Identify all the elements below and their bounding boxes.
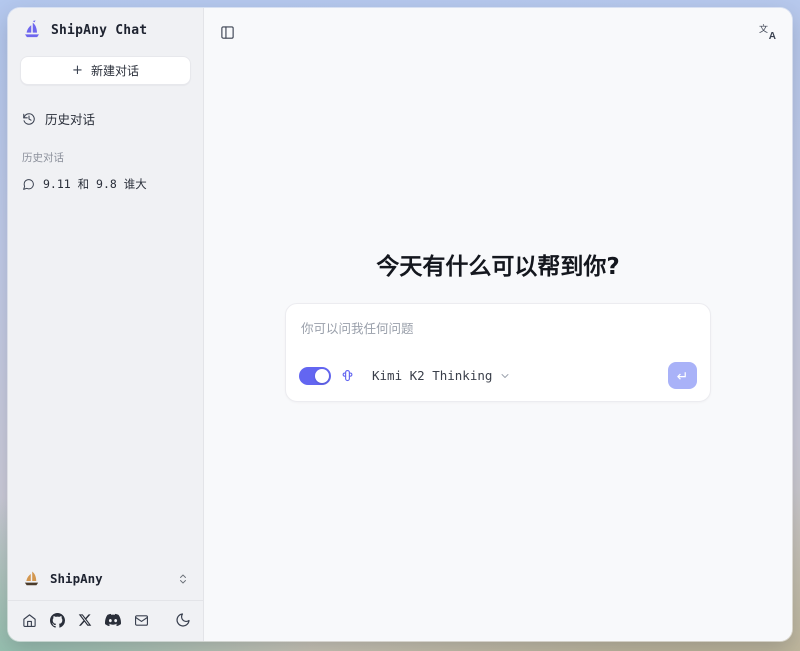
chevron-down-icon <box>499 370 511 382</box>
sidebar-spacer <box>8 199 203 557</box>
github-link[interactable] <box>50 613 65 628</box>
x-twitter-link[interactable] <box>78 613 92 627</box>
theme-toggle-button[interactable] <box>175 612 191 628</box>
translate-icon: 文 A <box>759 23 777 41</box>
send-button[interactable]: ↵ <box>668 362 697 389</box>
workspace-name: ShipAny <box>50 571 103 586</box>
workspace-switcher[interactable]: ShipAny <box>8 557 203 600</box>
moon-icon <box>175 612 191 628</box>
brain-icon <box>340 368 355 383</box>
enter-arrow-icon: ↵ <box>677 369 689 383</box>
home-link[interactable] <box>22 613 37 628</box>
sidebar-item-history[interactable]: 历史对话 <box>8 101 203 136</box>
brand: ShipAny Chat <box>8 8 203 48</box>
mail-icon <box>134 613 149 628</box>
discord-link[interactable] <box>105 612 121 628</box>
main-area: 文 A 今天有什么可以帮到你? Kimi K2 Thin <box>204 8 792 641</box>
app-window: ShipAny Chat + 新建对话 历史对话 历史对话 9.11 和 9.8… <box>8 8 792 641</box>
chevrons-up-down-icon <box>177 573 189 585</box>
model-selector[interactable]: Kimi K2 Thinking <box>372 368 511 383</box>
x-icon <box>78 613 92 627</box>
chat-bubble-icon <box>22 178 35 191</box>
sailboat-footer-icon <box>22 569 41 588</box>
history-list-item[interactable]: 9.11 和 9.8 谁大 <box>8 169 203 199</box>
new-chat-button[interactable]: + 新建对话 <box>20 56 191 85</box>
sailboat-logo-icon <box>22 20 42 40</box>
sidebar-toggle-button[interactable] <box>220 25 235 40</box>
greeting-heading: 今天有什么可以帮到你? <box>376 247 619 281</box>
thinking-toggle[interactable] <box>299 367 331 385</box>
history-icon <box>22 112 36 126</box>
sidebar-footer-links <box>8 600 203 641</box>
app-title: ShipAny Chat <box>51 23 147 38</box>
github-icon <box>50 613 65 628</box>
sidebar: ShipAny Chat + 新建对话 历史对话 历史对话 9.11 和 9.8… <box>8 8 204 641</box>
toggle-knob <box>315 369 329 383</box>
composer-card: Kimi K2 Thinking ↵ <box>285 303 711 402</box>
message-input[interactable] <box>299 316 697 352</box>
panel-left-icon <box>220 25 235 40</box>
plus-icon: + <box>72 64 83 77</box>
model-label: Kimi K2 Thinking <box>372 368 492 383</box>
email-link[interactable] <box>134 613 149 628</box>
composer-toolbar: Kimi K2 Thinking ↵ <box>299 362 697 389</box>
history-section-label: 历史对话 <box>8 136 203 169</box>
history-nav-label: 历史对话 <box>45 109 95 128</box>
new-chat-label: 新建对话 <box>91 62 139 79</box>
language-switcher-button[interactable]: 文 A <box>758 22 778 42</box>
discord-icon <box>105 612 121 628</box>
home-icon <box>22 613 37 628</box>
history-item-label: 9.11 和 9.8 谁大 <box>43 176 147 192</box>
